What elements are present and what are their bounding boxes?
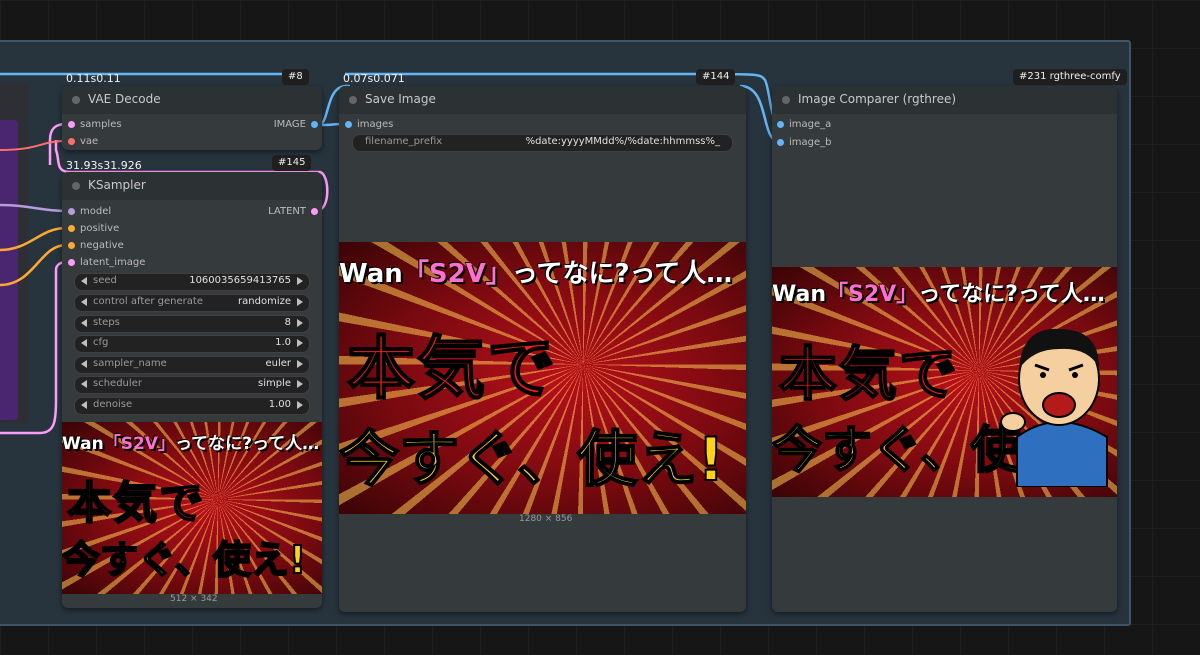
thumb-sub-text: 今すぐ、使え! — [339, 424, 726, 496]
output-latent[interactable]: LATENT — [268, 206, 318, 217]
decrement-arrow-icon[interactable] — [81, 277, 87, 285]
save-image-preview[interactable]: Wan「S2V」ってなに?って人… 本気で 今すぐ、使え! — [339, 242, 746, 514]
save-image-node[interactable]: Save Image images filename_prefix %date:… — [339, 86, 746, 612]
increment-arrow-icon[interactable] — [297, 339, 303, 347]
node-header[interactable]: Save Image — [339, 86, 746, 114]
node-title: KSampler — [88, 178, 146, 192]
decrement-arrow-icon[interactable] — [81, 380, 87, 388]
decrement-arrow-icon[interactable] — [81, 401, 87, 409]
thumb-main-text: 本気で — [778, 339, 959, 409]
preview-size-label: 1280 × 856 — [519, 514, 573, 524]
node-header[interactable]: KSampler — [62, 172, 322, 200]
collapse-dot-icon[interactable] — [782, 96, 790, 104]
input-images[interactable]: images — [345, 119, 393, 130]
sampler-name-widget[interactable]: sampler_name euler — [74, 356, 310, 374]
slot-dot-icon[interactable] — [345, 121, 352, 128]
input-latent-image[interactable]: latent_image — [68, 257, 145, 268]
input-image-b[interactable]: image_b — [777, 137, 832, 148]
thumb-main-text: 本気で — [346, 329, 558, 410]
increment-arrow-icon[interactable] — [297, 319, 303, 327]
node-title: Image Comparer (rgthree) — [798, 92, 957, 106]
increment-arrow-icon[interactable] — [297, 360, 303, 368]
input-positive[interactable]: positive — [68, 223, 119, 234]
thumb-headline: Wan「S2V」ってなに?って人… — [339, 258, 733, 289]
thumb-headline: Wan「S2V」ってなに?って人… — [772, 282, 1105, 308]
slot-dot-icon[interactable] — [68, 225, 75, 232]
slot-dot-icon[interactable] — [68, 208, 75, 215]
increment-arrow-icon[interactable] — [297, 401, 303, 409]
save-image-timing: 0.07s0.071 — [343, 72, 405, 85]
slot-dot-icon[interactable] — [311, 121, 318, 128]
collapse-dot-icon[interactable] — [72, 182, 80, 190]
vae-decode-id-badge: #8 — [282, 69, 309, 85]
thumb-headline: Wan「S2V」ってなに?って人… — [62, 433, 320, 454]
input-samples[interactable]: samples — [68, 119, 122, 130]
slot-dot-icon[interactable] — [68, 242, 75, 249]
ksampler-preview-image[interactable]: Wan「S2V」ってなに?って人… 本気で 今すぐ、使え! — [62, 422, 322, 594]
denoise-widget[interactable]: denoise 1.00 — [74, 397, 310, 415]
scheduler-widget[interactable]: scheduler simple — [74, 376, 310, 394]
input-negative[interactable]: negative — [68, 240, 124, 251]
decrement-arrow-icon[interactable] — [81, 319, 87, 327]
wire-latent-in — [0, 260, 67, 435]
slot-dot-icon[interactable] — [777, 139, 784, 146]
ksampler-id-badge: #145 — [272, 155, 312, 171]
collapse-dot-icon[interactable] — [72, 96, 80, 104]
collapse-dot-icon[interactable] — [349, 96, 357, 104]
slot-dot-icon[interactable] — [68, 121, 75, 128]
wire-model — [0, 203, 67, 213]
control-after-generate-widget[interactable]: control after generate randomize — [74, 294, 310, 312]
input-image-a[interactable]: image_a — [777, 119, 831, 130]
filename-prefix-widget[interactable]: filename_prefix %date:yyyyMMdd%/%date:hh… — [352, 134, 733, 152]
decrement-arrow-icon[interactable] — [81, 298, 87, 306]
save-image-id-badge: #144 — [696, 69, 736, 85]
node-title: VAE Decode — [88, 92, 161, 106]
cfg-widget[interactable]: cfg 1.0 — [74, 335, 310, 353]
preview-size-label: 512 × 342 — [170, 594, 218, 604]
ksampler-timing: 31.93s31.926 — [66, 159, 142, 172]
decrement-arrow-icon[interactable] — [81, 360, 87, 368]
slot-dot-icon[interactable] — [777, 121, 784, 128]
node-title: Save Image — [365, 92, 436, 106]
thumb-main-text: 本気で — [66, 477, 206, 530]
input-model[interactable]: model — [68, 206, 111, 217]
input-vae[interactable]: vae — [68, 136, 98, 147]
slot-dot-icon[interactable] — [68, 259, 75, 266]
increment-arrow-icon[interactable] — [297, 277, 303, 285]
image-comparer-id-badge: #231 rgthree-comfy — [1013, 69, 1127, 85]
steps-widget[interactable]: steps 8 — [74, 315, 310, 333]
decrement-arrow-icon[interactable] — [81, 339, 87, 347]
comparer-preview-image[interactable]: Wan「S2V」ってなに?って人… 本気で 今すぐ、使え! — [772, 267, 1117, 497]
image-comparer-node[interactable]: Image Comparer (rgthree) image_a image_b… — [772, 86, 1117, 612]
node-header[interactable]: VAE Decode — [62, 86, 322, 114]
node-header[interactable]: Image Comparer (rgthree) — [772, 86, 1117, 114]
angry-man-illustration-icon — [1000, 328, 1108, 487]
slot-dot-icon[interactable] — [68, 138, 75, 145]
seed-widget[interactable]: seed 1060035659413765 — [74, 273, 310, 291]
output-image[interactable]: IMAGE — [274, 119, 318, 130]
thumb-sub-text: 今すぐ、使え! — [62, 537, 307, 583]
ksampler-node[interactable]: KSampler model positive negative latent_… — [62, 172, 322, 608]
slot-dot-icon[interactable] — [311, 208, 318, 215]
vae-decode-node[interactable]: VAE Decode samples vae IMAGE — [62, 86, 322, 150]
increment-arrow-icon[interactable] — [297, 380, 303, 388]
increment-arrow-icon[interactable] — [297, 298, 303, 306]
vae-decode-timing: 0.11s0.11 — [66, 72, 121, 85]
